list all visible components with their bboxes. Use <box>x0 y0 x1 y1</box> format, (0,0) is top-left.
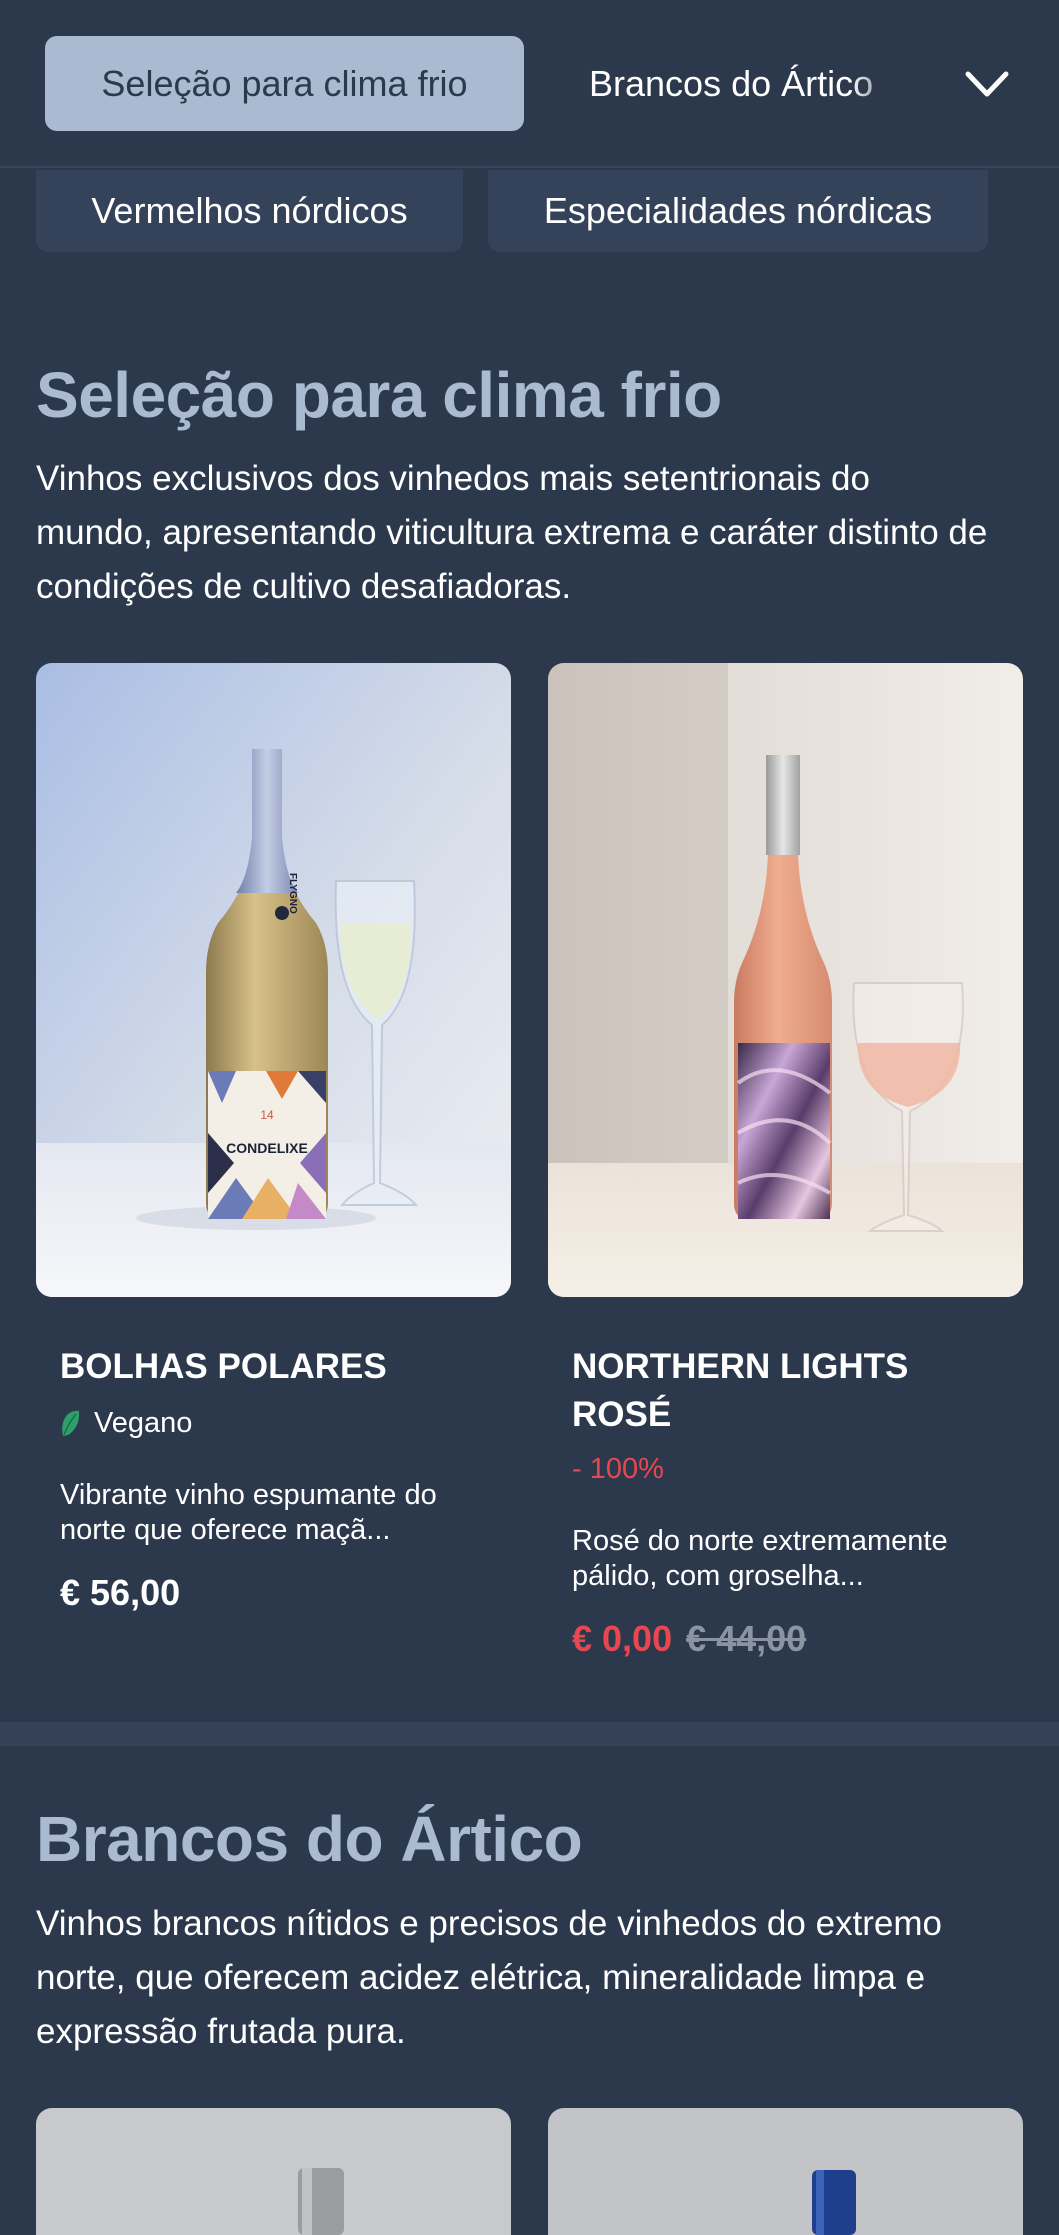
section-divider <box>0 1722 1059 1746</box>
bottle-label-brand: FLYGNO <box>287 873 298 914</box>
expand-categories-button[interactable] <box>955 52 1019 116</box>
tag-label: Vegano <box>94 1407 193 1439</box>
category-nav: Seleção para clima frio Brancos do Ártic… <box>0 0 1059 168</box>
sparkling-wine-bottle-image: CONDELIXE 14 FLYGNO <box>36 663 511 1297</box>
product-image-northern-lights-rose[interactable] <box>548 663 1023 1297</box>
section-title: Seleção para clima frio <box>36 359 722 431</box>
bottle-label-number: 14 <box>260 1108 274 1122</box>
chevron-down-icon <box>965 71 1009 97</box>
product-image[interactable] <box>548 2108 1023 2235</box>
tab-vermelhos-nordicos[interactable]: Vermelhos nórdicos <box>36 170 463 252</box>
tab-label: Brancos do Ártico <box>589 62 874 104</box>
price-row: € 56,00 <box>60 1572 490 1614</box>
tab-label: Vermelhos nórdicos <box>91 190 408 231</box>
section-description: Vinhos brancos nítidos e precisos de vin… <box>36 1904 943 2051</box>
blue-wine-bottle-image <box>548 2108 1023 2235</box>
product-name: NORTHERN LIGHTS ROSÉ <box>572 1347 909 1434</box>
product-price: € 56,00 <box>60 1572 181 1613</box>
rose-wine-bottle-image <box>548 663 1023 1297</box>
product-name: BOLHAS POLARES <box>60 1347 387 1386</box>
product-card-northern-lights-rose[interactable]: NORTHERN LIGHTS ROSÉ - 100% Rosé do nort… <box>572 1343 1002 1660</box>
product-card-bolhas-polares[interactable]: BOLHAS POLARES Vegano Vibrante vinho esp… <box>60 1343 490 1614</box>
tab-especialidades-nordicas[interactable]: Especialidades nórdicas <box>488 170 988 252</box>
tab-label: Seleção para clima frio <box>101 62 468 104</box>
fade-overlay <box>849 36 909 131</box>
product-image[interactable] <box>36 2108 511 2235</box>
tab-brancos-do-artico[interactable]: Brancos do Ártico <box>589 36 909 131</box>
discount-badge: - 100% <box>572 1453 664 1485</box>
section-description: Vinhos exclusivos dos vinhedos mais sete… <box>36 459 988 606</box>
white-wine-bottle-image <box>36 2108 511 2235</box>
leaf-icon <box>62 1410 80 1436</box>
price-row: € 0,00 € 44,00 <box>572 1618 1002 1660</box>
vegan-badge: Vegano <box>60 1407 490 1440</box>
tab-selecao-clima-frio[interactable]: Seleção para clima frio <box>45 36 524 131</box>
product-description: Vibrante vinho espumante do norte que of… <box>60 1479 437 1546</box>
product-image-bolhas-polares[interactable]: CONDELIXE 14 FLYGNO <box>36 663 511 1297</box>
product-description: Rosé do norte extremamente pálido, com g… <box>572 1525 948 1592</box>
tab-label: Especialidades nórdicas <box>543 190 933 231</box>
sale-price: € 0,00 <box>572 1618 673 1659</box>
original-price: € 44,00 <box>686 1618 807 1659</box>
section-title: Brancos do Ártico <box>36 1803 583 1875</box>
bottle-label-name: CONDELIXE <box>226 1140 308 1156</box>
